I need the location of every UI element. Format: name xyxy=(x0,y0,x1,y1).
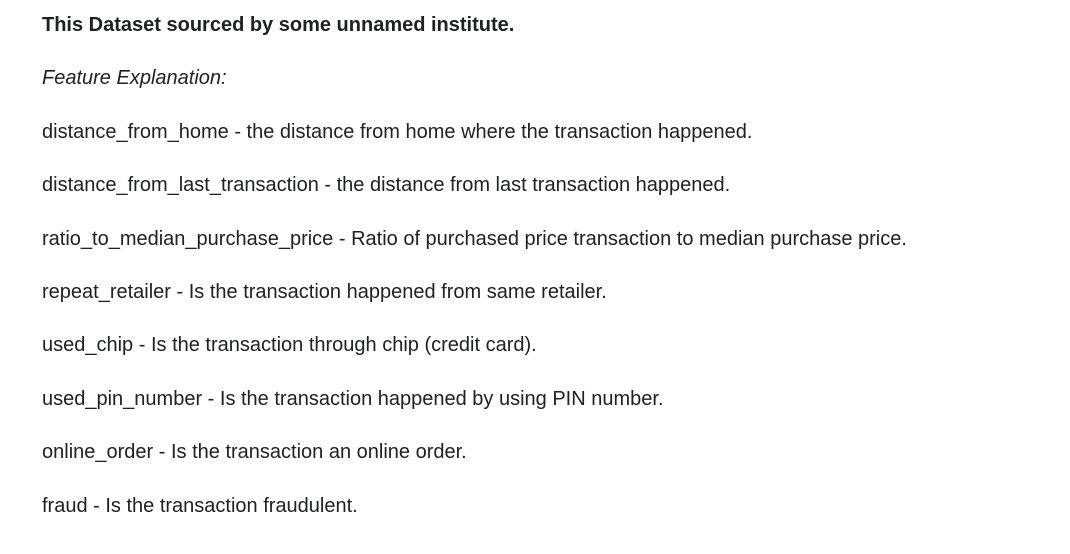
feature-item-repeat-retailer: repeat_retailer - Is the transaction hap… xyxy=(42,280,607,303)
feature-item-used-pin-number: used_pin_number - Is the transaction hap… xyxy=(42,387,664,410)
section-subtitle: Feature Explanation: xyxy=(42,67,227,90)
feature-item-online-order: online_order - Is the transaction an onl… xyxy=(42,441,467,464)
feature-item-distance-from-last-transaction: distance_from_last_transaction - the dis… xyxy=(42,174,731,197)
dataset-description: This Dataset sourced by some unnamed ins… xyxy=(0,0,1042,545)
feature-item-used-chip: used_chip - Is the transaction through c… xyxy=(42,334,537,357)
feature-item-distance-from-home: distance_from_home - the distance from h… xyxy=(42,120,753,143)
feature-item-fraud: fraud - Is the transaction fraudulent. xyxy=(42,494,358,517)
feature-item-ratio-to-median-purchase-price: ratio_to_median_purchase_price - Ratio o… xyxy=(42,227,907,250)
page-title: This Dataset sourced by some unnamed ins… xyxy=(42,14,515,36)
